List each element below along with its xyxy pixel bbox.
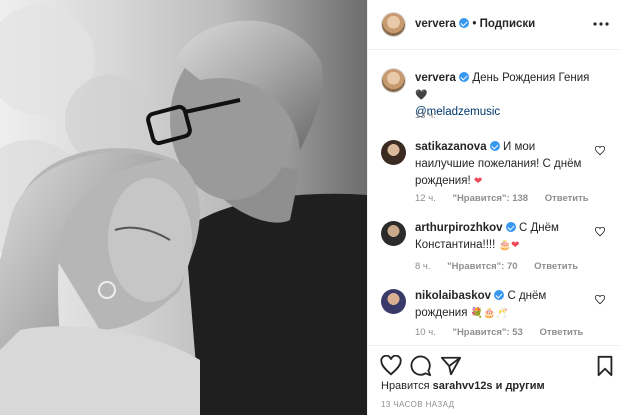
bookmark-icon[interactable] [596, 355, 618, 377]
post-timestamp[interactable]: 13 ЧАСОВ НАЗАД [381, 400, 454, 409]
commenter-avatar[interactable] [381, 140, 406, 165]
comment-text: satikazanova И мои наилучшие пожелания! … [415, 139, 590, 190]
comment-icon[interactable] [410, 355, 432, 377]
likes-summary: Нравится sarahvv12s и другим [381, 380, 545, 392]
verified-badge-icon [459, 72, 470, 82]
caption-time[interactable]: 13 ч. [415, 110, 436, 121]
likes-prefix: Нравится [381, 380, 430, 392]
comment-text: arthurpirozhkov С Днём Константина!!!! 🎂… [415, 220, 590, 254]
following-button[interactable]: Подписки [480, 18, 536, 30]
verified-badge-icon [459, 18, 470, 28]
instagram-post: ververa • Подписки ververa День Рождения… [0, 0, 620, 415]
verified-badge-icon [505, 222, 516, 232]
comment-time[interactable]: 12 ч. [415, 193, 436, 204]
comment-likes[interactable]: "Нравится": 138 [452, 193, 528, 204]
comment-username[interactable]: nikolaibaskov [415, 290, 491, 302]
caption-meta: 13 ч. [415, 110, 450, 121]
comment-likes[interactable]: "Нравится": 70 [447, 261, 517, 272]
reply-button[interactable]: Ответить [539, 327, 583, 338]
cake-heart-emoji-icon: 🎂❤ [498, 240, 520, 251]
verified-badge-icon [494, 290, 505, 300]
comment-meta: 12 ч. "Нравится": 138 Ответить [415, 193, 603, 204]
separator-dot: • [472, 18, 477, 30]
comment-meta: 10 ч. "Нравится": 53 Ответить [415, 327, 597, 338]
photo-illustration [0, 0, 367, 415]
heart-icon[interactable] [380, 354, 402, 377]
comment-username[interactable]: arthurpirozhkov [415, 222, 503, 234]
share-icon[interactable] [440, 355, 462, 377]
author-avatar[interactable] [381, 12, 406, 37]
black-heart-icon: 🖤 [415, 90, 428, 101]
author-username[interactable]: ververa [415, 18, 456, 30]
bouquet-cake-glasses-emoji-icon: 💐🎂🥂 [470, 308, 509, 319]
side-panel: ververa • Подписки ververa День Рождения… [367, 0, 620, 415]
commenter-avatar[interactable] [381, 221, 406, 246]
action-bar [368, 345, 620, 385]
ellipsis-icon[interactable] [593, 14, 609, 32]
comment-likes[interactable]: "Нравится": 53 [452, 327, 522, 338]
caption-avatar[interactable] [381, 68, 406, 93]
post-photo[interactable] [0, 0, 367, 415]
comment-time[interactable]: 10 ч. [415, 327, 436, 338]
reply-button[interactable]: Ответить [534, 261, 578, 272]
reply-button[interactable]: Ответить [545, 193, 589, 204]
comment-username[interactable]: satikazanova [415, 141, 487, 153]
commenter-avatar[interactable] [381, 289, 406, 314]
caption-username[interactable]: ververa [415, 72, 456, 84]
comment-time[interactable]: 8 ч. [415, 261, 431, 272]
likes-username[interactable]: sarahvv12s [433, 380, 493, 392]
like-comment-icon[interactable] [595, 294, 605, 305]
like-comment-icon[interactable] [595, 145, 605, 156]
like-comment-icon[interactable] [595, 226, 605, 237]
verified-badge-icon [489, 141, 500, 151]
heart-emoji-icon: ❤ [473, 176, 483, 187]
comment-meta: 8 ч. "Нравится": 70 Ответить [415, 261, 592, 272]
author-line: ververa • Подписки [415, 18, 535, 30]
likes-others[interactable]: и другим [496, 380, 545, 392]
comment-text: nikolaibaskov С днём рождения 💐🎂🥂 [415, 288, 590, 322]
post-header: ververa • Подписки [368, 0, 620, 50]
caption-body: День Рождения Гения [472, 72, 590, 84]
